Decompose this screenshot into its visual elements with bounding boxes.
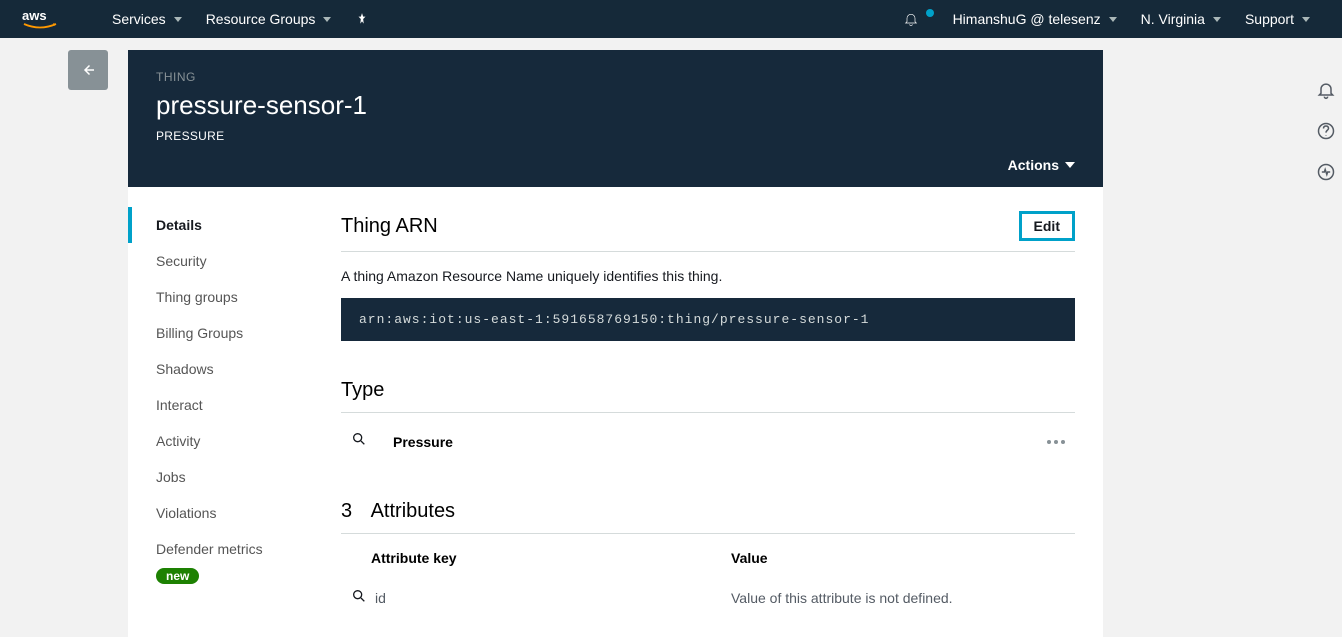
hero-panel: THING pressure-sensor-1 PRESSURE Actions: [128, 50, 1103, 187]
type-row[interactable]: Pressure: [341, 413, 1075, 470]
svg-text:aws: aws: [22, 8, 47, 23]
notification-dot-icon: [926, 9, 934, 17]
type-value: Pressure: [393, 434, 453, 450]
attribute-value: Value of this attribute is not defined.: [731, 590, 953, 606]
attributes-table-header: Attribute key Value: [341, 534, 1075, 582]
pin-icon[interactable]: [343, 12, 381, 26]
chevron-down-icon: [1109, 17, 1117, 22]
sidebar-item-details[interactable]: Details: [128, 207, 313, 243]
page-title: pressure-sensor-1: [156, 90, 1075, 121]
arn-description: A thing Amazon Resource Name uniquely id…: [341, 268, 1075, 284]
chevron-down-icon: [1302, 17, 1310, 22]
sidebar-item-violations[interactable]: Violations: [156, 495, 313, 531]
chevron-down-icon: [174, 17, 182, 22]
attribute-key: id: [371, 590, 731, 606]
section-title-attributes: 3 Attributes: [341, 500, 1075, 534]
edit-button[interactable]: Edit: [1019, 211, 1075, 241]
activity-gauge-icon[interactable]: [1316, 162, 1336, 187]
sidebar-item-interact[interactable]: Interact: [156, 387, 313, 423]
section-title-arn: Thing ARN: [341, 215, 438, 238]
sidebar: Details Security Thing groups Billing Gr…: [128, 187, 313, 637]
attributes-label: Attributes: [371, 500, 455, 522]
section-title-type: Type: [341, 379, 1075, 413]
new-badge: new: [156, 568, 199, 584]
nav-label: Services: [112, 11, 166, 27]
arrow-left-icon: [79, 61, 97, 79]
region-menu[interactable]: N. Virginia: [1129, 11, 1233, 27]
thing-type-label: PRESSURE: [156, 129, 1075, 143]
more-icon[interactable]: [1047, 440, 1065, 444]
sidebar-item-billing-groups[interactable]: Billing Groups: [156, 315, 313, 351]
detail-content: Thing ARN Edit A thing Amazon Resource N…: [313, 187, 1103, 637]
table-row[interactable]: id Value of this attribute is not define…: [341, 582, 1075, 613]
search-icon: [351, 588, 371, 607]
notifications-icon[interactable]: [891, 11, 931, 27]
nav-label: N. Virginia: [1141, 11, 1205, 27]
sidebar-item-activity[interactable]: Activity: [156, 423, 313, 459]
support-menu[interactable]: Support: [1233, 11, 1322, 27]
services-menu[interactable]: Services: [100, 11, 194, 27]
right-toolbar: [1316, 80, 1336, 187]
column-header-key: Attribute key: [371, 550, 731, 566]
chevron-down-icon: [1213, 17, 1221, 22]
aws-logo[interactable]: aws: [10, 6, 70, 32]
breadcrumb: THING: [156, 70, 1075, 84]
chevron-down-icon: [1065, 162, 1075, 168]
nav-label: Resource Groups: [206, 11, 316, 27]
sidebar-item-shadows[interactable]: Shadows: [156, 351, 313, 387]
sidebar-item-defender-metrics[interactable]: Defender metrics: [156, 531, 313, 567]
chevron-down-icon: [323, 17, 331, 22]
button-label: Actions: [1008, 157, 1059, 173]
sidebar-item-security[interactable]: Security: [156, 243, 313, 279]
account-menu[interactable]: HimanshuG @ telesenz: [941, 11, 1129, 27]
sidebar-item-thing-groups[interactable]: Thing groups: [156, 279, 313, 315]
nav-label: HimanshuG @ telesenz: [953, 11, 1101, 27]
column-header-value: Value: [731, 550, 768, 566]
sidebar-item-jobs[interactable]: Jobs: [156, 459, 313, 495]
search-icon: [351, 431, 367, 452]
back-button[interactable]: [68, 50, 108, 90]
resource-groups-menu[interactable]: Resource Groups: [194, 11, 344, 27]
attributes-count: 3: [341, 500, 352, 522]
nav-label: Support: [1245, 11, 1294, 27]
actions-dropdown[interactable]: Actions: [1008, 157, 1075, 173]
arn-value: arn:aws:iot:us-east-1:591658769150:thing…: [341, 298, 1075, 341]
top-navigation: aws Services Resource Groups HimanshuG @…: [0, 0, 1342, 38]
help-icon[interactable]: [1316, 121, 1336, 146]
notifications-panel-icon[interactable]: [1316, 80, 1336, 105]
